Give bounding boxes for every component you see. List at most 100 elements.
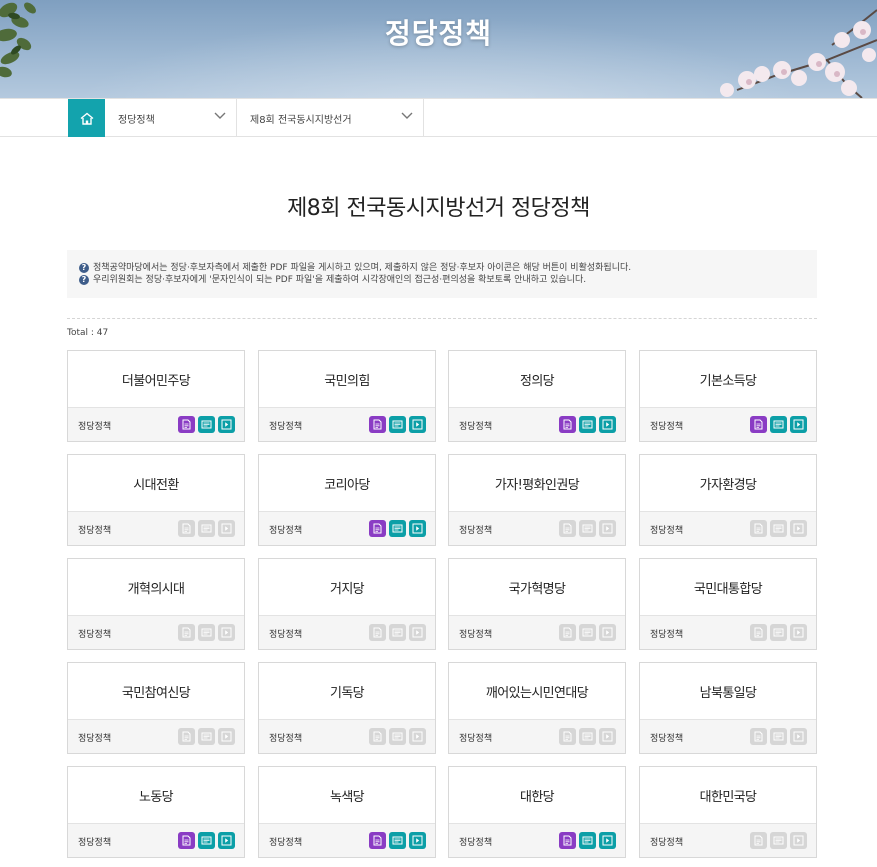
- notice-box: ? 정책공약마당에서는 정당·후보자측에서 제출한 PDF 파일을 게시하고 있…: [67, 250, 817, 298]
- text-view-icon: [579, 520, 596, 537]
- party-name: 가자!평화인권당: [494, 478, 580, 493]
- party-name: 정의당: [519, 374, 555, 389]
- party-action-buttons: [559, 624, 616, 641]
- download-icon: [790, 624, 807, 641]
- pdf-document-icon: [750, 832, 767, 849]
- party-action-buttons: [750, 624, 807, 641]
- pdf-document-icon[interactable]: [178, 832, 195, 849]
- party-action-buttons: [750, 728, 807, 745]
- text-view-icon: [770, 832, 787, 849]
- party-card-footer: 정당정책: [449, 719, 625, 753]
- banner-title: 정당정책: [384, 17, 493, 50]
- party-action-buttons: [178, 416, 235, 433]
- party-name: 코리아당: [324, 478, 370, 493]
- pdf-document-icon[interactable]: [369, 832, 386, 849]
- party-policy-label: 정당정책: [78, 422, 112, 432]
- notice-text-1: 정책공약마당에서는 정당·후보자측에서 제출한 PDF 파일을 게시하고 있으며…: [93, 263, 632, 273]
- download-icon[interactable]: [599, 832, 616, 849]
- party-policy-label: 정당정책: [650, 734, 684, 744]
- party-card-footer: 정당정책: [640, 823, 816, 857]
- party-policy-label: 정당정책: [459, 526, 493, 536]
- download-icon[interactable]: [409, 416, 426, 433]
- download-icon[interactable]: [409, 520, 426, 537]
- pdf-document-icon: [750, 624, 767, 641]
- party-action-buttons: [369, 624, 426, 641]
- text-view-icon[interactable]: [389, 520, 406, 537]
- party-policy-label: 정당정책: [459, 838, 493, 848]
- party-action-buttons: [559, 832, 616, 849]
- party-action-buttons: [750, 416, 807, 433]
- pdf-document-icon[interactable]: [178, 416, 195, 433]
- party-name: 가자환경당: [699, 478, 757, 493]
- pdf-document-icon: [750, 728, 767, 745]
- party-policy-label: 정당정책: [650, 526, 684, 536]
- party-card-footer: 정당정책: [68, 719, 244, 753]
- party-policy-label: 정당정책: [269, 422, 303, 432]
- pdf-document-icon: [750, 520, 767, 537]
- party-card-footer: 정당정책: [68, 823, 244, 857]
- party-name: 기독당: [329, 686, 365, 701]
- download-icon: [790, 520, 807, 537]
- party-action-buttons: [369, 416, 426, 433]
- party-action-buttons: [750, 520, 807, 537]
- text-view-icon[interactable]: [579, 832, 596, 849]
- party-name: 녹색당: [329, 790, 365, 805]
- party-policy-label: 정당정책: [269, 734, 303, 744]
- text-view-icon[interactable]: [198, 832, 215, 849]
- text-view-icon: [579, 624, 596, 641]
- chevron-down-icon: [214, 112, 226, 119]
- party-card-footer: 정당정책: [640, 407, 816, 441]
- party-card: 녹색당정당정책: [258, 766, 436, 858]
- download-icon[interactable]: [790, 416, 807, 433]
- party-action-buttons: [178, 520, 235, 537]
- pdf-document-icon[interactable]: [750, 416, 767, 433]
- home-icon: [80, 112, 93, 125]
- pdf-document-icon[interactable]: [559, 832, 576, 849]
- total-count: Total : 47: [67, 328, 109, 338]
- party-card-footer: 정당정책: [640, 615, 816, 649]
- text-view-icon[interactable]: [579, 416, 596, 433]
- party-card-footer: 정당정책: [449, 823, 625, 857]
- party-policy-label: 정당정책: [269, 838, 303, 848]
- party-policy-label: 정당정책: [459, 734, 493, 744]
- page-title: 제8회 전국동시지방선거 정당정책: [287, 196, 590, 221]
- party-card: 깨어있는시민연대당 정당정책: [448, 662, 626, 754]
- pdf-document-icon: [559, 728, 576, 745]
- text-view-icon[interactable]: [198, 416, 215, 433]
- text-view-icon[interactable]: [389, 832, 406, 849]
- party-action-buttons: [178, 624, 235, 641]
- pdf-document-icon[interactable]: [559, 416, 576, 433]
- download-icon: [218, 520, 235, 537]
- pdf-document-icon: [369, 624, 386, 641]
- text-view-icon[interactable]: [389, 416, 406, 433]
- category-dropdown[interactable]: 정당정책: [105, 99, 237, 137]
- party-card-footer: 정당정책: [640, 511, 816, 545]
- download-icon[interactable]: [218, 416, 235, 433]
- party-name: 개혁의시대: [127, 582, 185, 597]
- pdf-document-icon[interactable]: [369, 416, 386, 433]
- party-card: 코리아당 정당정책: [258, 454, 436, 546]
- text-view-icon[interactable]: [770, 416, 787, 433]
- party-policy-label: 정당정책: [78, 838, 112, 848]
- pdf-document-icon[interactable]: [369, 520, 386, 537]
- header-banner: 정당정책: [0, 0, 877, 98]
- home-button[interactable]: [68, 99, 105, 137]
- party-action-buttons: [559, 416, 616, 433]
- download-icon[interactable]: [409, 832, 426, 849]
- party-card-footer: 정당정책: [259, 823, 435, 857]
- party-card-footer: 정당정책: [449, 511, 625, 545]
- party-card-footer: 정당정책: [640, 719, 816, 753]
- divider: [67, 318, 817, 319]
- party-card: 가자환경당정당정책: [639, 454, 817, 546]
- party-card-footer: 정당정책: [68, 511, 244, 545]
- party-name: 국민대통합당: [693, 582, 763, 597]
- party-name: 거지당: [329, 582, 365, 597]
- download-icon[interactable]: [218, 832, 235, 849]
- download-icon[interactable]: [599, 416, 616, 433]
- pdf-document-icon: [559, 520, 576, 537]
- election-dropdown[interactable]: 제8회 전국동시지방선거: [237, 99, 424, 137]
- party-action-buttons: [369, 728, 426, 745]
- party-action-buttons: [178, 728, 235, 745]
- notice-line: ? 정책공약마당에서는 정당·후보자측에서 제출한 PDF 파일을 게시하고 있…: [79, 262, 805, 274]
- party-card-footer: 정당정책: [68, 407, 244, 441]
